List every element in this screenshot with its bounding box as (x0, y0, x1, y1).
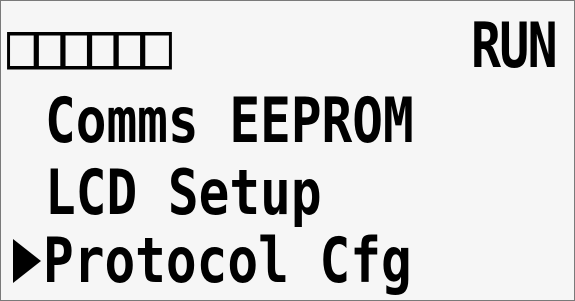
run-mode-indicator: RUN (471, 8, 558, 83)
menu-item-comms-eeprom[interactable]: Comms EEPROM (45, 89, 414, 152)
status-glyphs: □□□□□□ (7, 8, 172, 83)
menu-item-lcd-setup[interactable]: LCD Setup (45, 161, 322, 224)
lcd-display: □□□□□□ RUN Comms EEPROM LCD Setup Protoc… (0, 0, 575, 301)
selection-arrow-icon (13, 239, 41, 283)
menu-item-protocol-cfg[interactable]: Protocol Cfg (43, 229, 412, 292)
